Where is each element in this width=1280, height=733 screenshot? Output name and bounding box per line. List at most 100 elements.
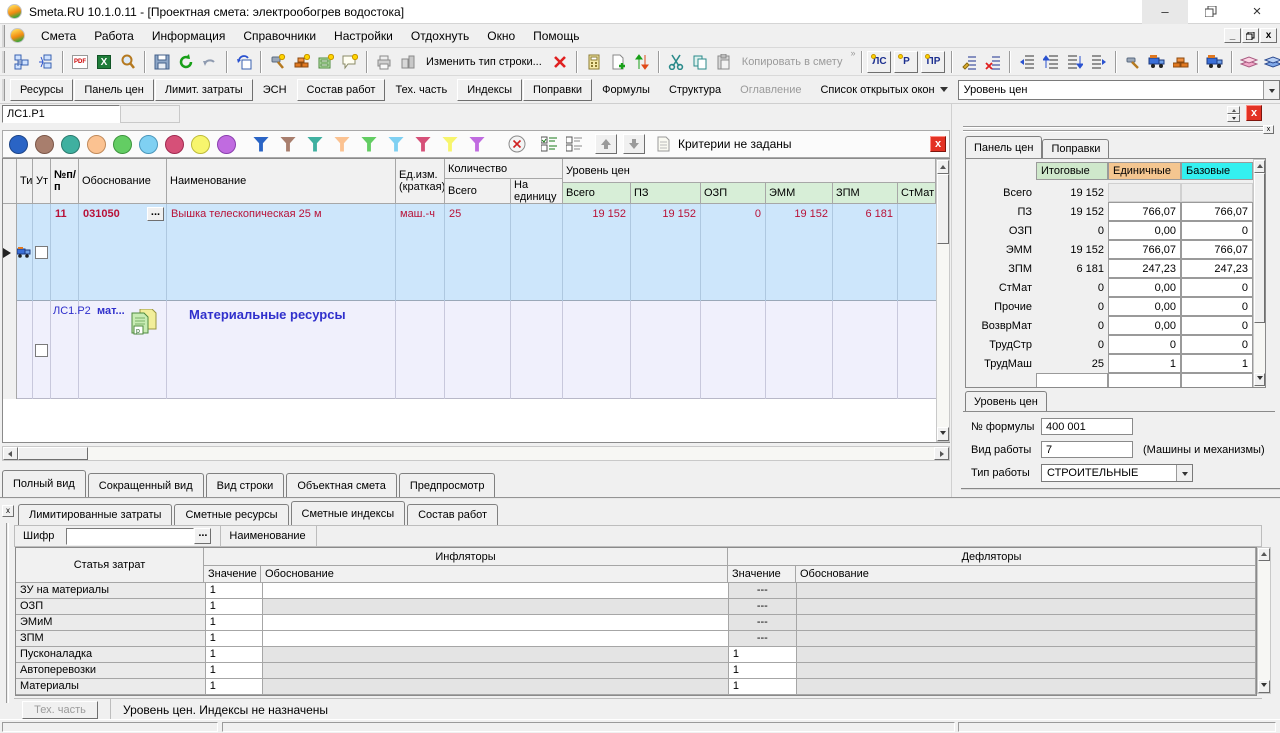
marker-lightblue-icon[interactable] <box>139 135 158 154</box>
row-pl-pz-cell[interactable] <box>631 301 701 399</box>
menu-rabota[interactable]: Работа <box>85 26 143 46</box>
row-unit-cell[interactable]: маш.-ч <box>396 204 445 301</box>
header-price-level-group[interactable]: Уровень цен <box>563 159 936 183</box>
row-qty-unit-cell[interactable] <box>511 301 563 399</box>
row-name-cell[interactable]: Материальные ресурсы <box>167 301 396 399</box>
header-pl-ozp[interactable]: ОЗП <box>701 183 766 204</box>
inflator-value-cell[interactable]: 1 <box>206 599 263 615</box>
mdi-restore-button[interactable] <box>1242 28 1259 43</box>
marker-teal-icon[interactable] <box>61 135 80 154</box>
menu-okno[interactable]: Окно <box>478 26 524 46</box>
filter-blue-icon[interactable] <box>253 137 269 152</box>
scroll-up-icon[interactable] <box>937 160 949 174</box>
price-unit[interactable]: 766,07 <box>1108 202 1181 221</box>
work-kind-input[interactable] <box>1041 441 1133 458</box>
tab-struktura[interactable]: Структура <box>660 79 730 101</box>
tab-limited-costs[interactable]: Лимитированные затраты <box>18 504 172 525</box>
tab-corrections[interactable]: Поправки <box>1042 139 1109 158</box>
header-qty-total[interactable]: Всего <box>445 179 511 204</box>
menu-nastroyki[interactable]: Настройки <box>325 26 402 46</box>
deflator-just-cell[interactable] <box>797 631 1256 647</box>
deflator-just-cell[interactable] <box>797 615 1256 631</box>
close-filter-button[interactable]: x <box>930 136 946 152</box>
row-pl-emm-cell[interactable] <box>766 301 833 399</box>
price-unit[interactable]: 0,00 <box>1108 297 1181 316</box>
change-row-type-button[interactable]: Изменить тип строки... <box>420 56 548 68</box>
inflator-value-cell[interactable]: 1 <box>206 615 263 631</box>
checked-list-icon[interactable] <box>541 136 558 152</box>
menu-pomosch[interactable]: Помощь <box>524 26 588 46</box>
tree-structure-icon[interactable] <box>10 50 34 74</box>
inflator-just-cell[interactable] <box>263 631 729 647</box>
subsection-button[interactable]: ПР <box>921 51 945 73</box>
price-base[interactable]: 0 <box>1181 221 1253 240</box>
deflator-value-cell[interactable]: --- <box>729 631 797 647</box>
minimize-button[interactable]: – <box>1142 0 1188 24</box>
tab-estimate-indexes[interactable]: Сметные индексы <box>291 501 406 525</box>
inflator-just-cell[interactable] <box>263 663 729 679</box>
toolbar-overflow-chevron[interactable]: » <box>848 48 857 58</box>
price-unit[interactable]: 0,00 <box>1108 316 1181 335</box>
header-name[interactable]: Наименование <box>167 159 396 204</box>
add-mechanism-icon[interactable] <box>314 50 338 74</box>
row-unit-cell[interactable] <box>396 301 445 399</box>
scroll-thumb[interactable] <box>18 447 88 460</box>
tab-limit-zatraty[interactable]: Лимит. затраты <box>155 79 253 101</box>
marker-brown-icon[interactable] <box>35 135 54 154</box>
add-material-icon[interactable] <box>290 50 314 74</box>
price-unit[interactable]: 0,00 <box>1108 278 1181 297</box>
work-type-combobox[interactable]: СТРОИТЕЛЬНЫЕ <box>1041 464 1193 482</box>
sort-rows-icon[interactable] <box>630 50 654 74</box>
marker-peach-icon[interactable] <box>87 135 106 154</box>
pdf-export-icon[interactable]: PDF <box>68 50 92 74</box>
inflator-just-cell[interactable] <box>263 647 729 663</box>
transport-truck-icon[interactable] <box>1203 50 1227 74</box>
header-pl-vsego[interactable]: Всего <box>563 183 631 204</box>
unchecked-list-icon[interactable] <box>566 136 583 152</box>
mdi-minimize-button[interactable]: _ <box>1224 28 1241 43</box>
grid-horizontal-scrollbar[interactable] <box>2 446 950 461</box>
panel-splitter-groove[interactable] <box>963 126 1263 128</box>
scroll-up-icon[interactable] <box>1258 548 1270 561</box>
search-icon[interactable] <box>116 50 140 74</box>
filter-lightblue-icon[interactable] <box>388 137 404 152</box>
restore-button[interactable] <box>1188 0 1234 24</box>
marker-crimson-icon[interactable] <box>165 135 184 154</box>
view-tab-full[interactable]: Полный вид <box>2 470 86 497</box>
objects-icon[interactable] <box>396 50 420 74</box>
price-unit[interactable]: 766,07 <box>1108 240 1181 259</box>
scroll-down-icon[interactable] <box>1254 373 1265 386</box>
edit-list-icon[interactable] <box>957 50 981 74</box>
row-pl-vsego-cell[interactable]: 19 152 <box>563 204 631 301</box>
vertical-splitter[interactable] <box>951 104 961 497</box>
header-pl-emm[interactable]: ЭММ <box>766 183 833 204</box>
row-pl-stmat-cell[interactable] <box>898 204 936 301</box>
scroll-down-icon[interactable] <box>937 427 949 441</box>
local-estimate-button[interactable]: ЛС <box>867 51 891 73</box>
approve-checkbox[interactable] <box>35 246 48 259</box>
header-justification[interactable]: Обоснование <box>79 159 167 204</box>
price-base[interactable]: 247,23 <box>1181 259 1253 278</box>
deflator-just-cell[interactable] <box>797 663 1256 679</box>
shift-row-last-icon[interactable] <box>1087 50 1111 74</box>
tab-works-list[interactable]: Состав работ <box>407 504 498 525</box>
filter-crimson-icon[interactable] <box>415 137 431 152</box>
marker-green-icon[interactable] <box>113 135 132 154</box>
cipher-input[interactable] <box>66 528 194 545</box>
tab-estimate-resources[interactable]: Сметные ресурсы <box>174 504 288 525</box>
tab-indeksy[interactable]: Индексы <box>457 79 522 101</box>
add-work-icon[interactable] <box>266 50 290 74</box>
copy-to-estimate-button[interactable]: Копировать в смету <box>736 56 849 68</box>
open-windows-dropdown[interactable]: Список открытых окон <box>811 79 956 101</box>
scroll-thumb[interactable] <box>1254 173 1265 323</box>
tab-sostav-rabot[interactable]: Состав работ <box>297 79 386 101</box>
row-qty-unit-cell[interactable] <box>511 204 563 301</box>
col-itogovye[interactable]: Итоговые <box>1036 162 1108 180</box>
marker-blue-icon[interactable] <box>9 135 28 154</box>
row-pl-emm-cell[interactable]: 19 152 <box>766 204 833 301</box>
tab-price-board[interactable]: Панель цен <box>965 136 1042 158</box>
view-tab-object-estimate[interactable]: Объектная смета <box>286 473 397 497</box>
header-qty-unit[interactable]: На единицу <box>511 179 563 204</box>
inflator-just-cell[interactable] <box>263 615 729 631</box>
filter-yellow-icon[interactable] <box>442 137 458 152</box>
